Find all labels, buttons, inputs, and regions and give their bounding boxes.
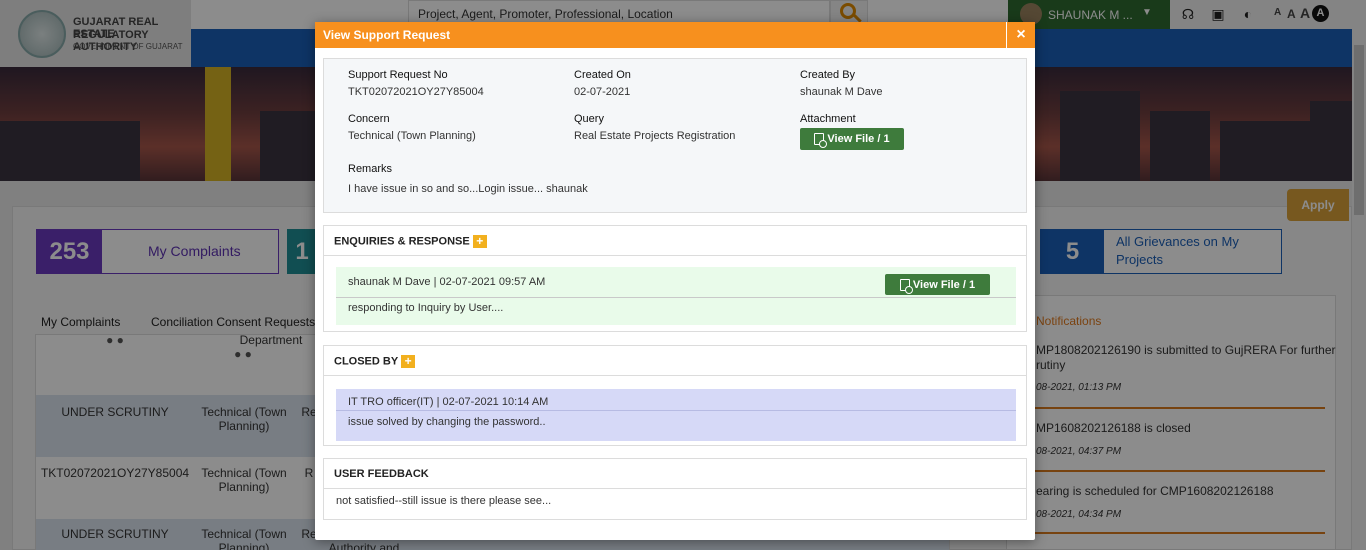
- support-no-label: Support Request No: [348, 69, 448, 81]
- file-search-icon: [899, 278, 913, 294]
- view-support-request-modal: View Support Request × Support Request N…: [315, 22, 1035, 540]
- support-no-value: TKT02072021OY27Y85004: [348, 86, 484, 98]
- enquiry-meta: shaunak M Dave | 02-07-2021 09:57 AM: [348, 276, 546, 288]
- enquiry-entry: shaunak M Dave | 02-07-2021 09:57 AM Vie…: [336, 267, 1016, 325]
- enquiries-section: ENQUIRIES & RESPONSE + shaunak M Dave | 0…: [323, 225, 1027, 332]
- view-file-button[interactable]: View File / 1: [800, 128, 904, 150]
- add-enquiry-icon[interactable]: +: [472, 235, 487, 248]
- modal-header: View Support Request ×: [315, 22, 1035, 48]
- user-feedback-section: USER FEEDBACK not satisfied--still issue…: [323, 458, 1027, 520]
- closed-by-entry: IT TRO officer(IT) | 02-07-2021 10:14 AM…: [336, 389, 1016, 441]
- closed-by-title: CLOSED BY +: [334, 355, 416, 368]
- close-icon[interactable]: ×: [1006, 22, 1035, 48]
- remarks-value: I have issue in so and so...Login issue.…: [348, 183, 588, 195]
- enquiry-view-file-button[interactable]: View File / 1: [885, 274, 990, 295]
- enquiry-view-file-label: View File / 1: [912, 278, 976, 291]
- user-feedback-title: USER FEEDBACK: [334, 468, 429, 480]
- file-search-icon: [814, 133, 828, 148]
- remarks-label: Remarks: [348, 163, 393, 175]
- closed-by-meta: IT TRO officer(IT) | 02-07-2021 10:14 AM: [348, 396, 549, 408]
- closed-by-section: CLOSED BY + IT TRO officer(IT) | 02-07-20…: [323, 345, 1027, 446]
- request-details: Support Request No TKT02072021OY27Y85004…: [323, 58, 1027, 213]
- concern-label: Concern: [348, 113, 390, 125]
- query-label: Query: [574, 113, 604, 125]
- query-value: Real Estate Projects Registration: [574, 130, 736, 142]
- concern-value: Technical (Town Planning): [348, 130, 476, 142]
- enquiry-body: responding to Inquiry by User....: [348, 302, 504, 314]
- created-by-value: shaunak M Dave: [800, 86, 883, 98]
- closed-by-body: issue solved by changing the password..: [348, 416, 546, 428]
- modal-title: View Support Request: [323, 28, 451, 42]
- enquiries-title: ENQUIRIES & RESPONSE +: [334, 235, 487, 248]
- created-on-value: 02-07-2021: [574, 86, 631, 98]
- created-by-label: Created By: [800, 69, 856, 81]
- add-closed-icon[interactable]: +: [401, 355, 416, 368]
- user-feedback-body: not satisfied--still issue is there plea…: [336, 495, 552, 507]
- attachment-label: Attachment: [800, 113, 856, 125]
- view-file-label: View File / 1: [827, 133, 890, 145]
- created-on-label: Created On: [574, 69, 631, 81]
